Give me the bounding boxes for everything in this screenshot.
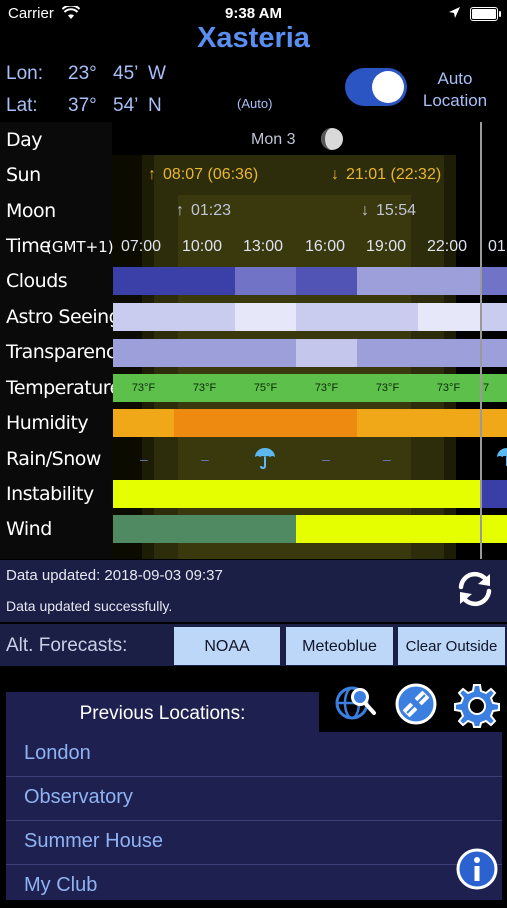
wind-cell[interactable] [113, 515, 296, 543]
time-label: 10:00 [182, 238, 223, 255]
humidity-cell[interactable] [357, 409, 507, 437]
wind-cell[interactable] [296, 515, 507, 543]
row-label-time: Time [6, 235, 51, 257]
globe-search-icon[interactable] [332, 681, 378, 732]
rain-none-marker: – [322, 451, 330, 467]
transparency-cell[interactable] [113, 339, 296, 367]
location-arrow-icon [448, 6, 461, 23]
astro-seeing-cell[interactable] [296, 303, 418, 331]
time-label: 07:00 [121, 238, 162, 255]
clouds-cell[interactable] [357, 267, 481, 295]
previous-location-label: Observatory [24, 786, 133, 808]
rain-none-marker: – [140, 451, 148, 467]
lon-minutes[interactable]: 45’ [113, 63, 138, 85]
time-label: 22:00 [427, 238, 468, 255]
lat-degrees[interactable]: 37° [68, 95, 97, 117]
time-zone-label: (GMT+1) [46, 238, 114, 256]
row-label-instability: Instability [6, 483, 94, 505]
astro-seeing-cell[interactable] [235, 303, 296, 331]
update-status-text: Data updated successfully. [6, 598, 173, 614]
umbrella-icon [495, 446, 507, 475]
time-label: 19:00 [366, 238, 407, 255]
moonrise-time: 01:23 [191, 202, 232, 219]
temperature-cell[interactable]: 73°F [296, 374, 357, 402]
row-label-wind: Wind [6, 518, 52, 540]
lon-degrees[interactable]: 23° [68, 63, 97, 85]
humidity-cell[interactable] [174, 409, 357, 437]
temperature-cell[interactable]: 75°F [235, 374, 296, 402]
meteoblue-button[interactable]: Meteoblue [286, 627, 393, 665]
rain-none-marker: – [201, 451, 209, 467]
clouds-cell[interactable] [113, 267, 235, 295]
astro-seeing-cell[interactable] [113, 303, 235, 331]
previous-location-item[interactable]: Summer House [6, 821, 502, 865]
temperature-cell[interactable]: 73°F [174, 374, 235, 402]
previous-location-label: London [24, 742, 91, 764]
time-label: 01 [488, 238, 506, 255]
transparency-cell[interactable] [357, 339, 507, 367]
humidity-cell[interactable] [113, 409, 174, 437]
row-label-clouds: Clouds [6, 270, 68, 292]
instability-cell[interactable] [481, 480, 507, 508]
lat-label: Lat: [6, 95, 38, 116]
sunrise-time: 08:07 (06:36) [163, 166, 259, 183]
previous-location-item[interactable]: Observatory [6, 777, 502, 821]
row-label-sun: Sun [6, 164, 41, 186]
battery-icon [470, 7, 501, 21]
moonset-arrow-icon: ↓ [361, 202, 369, 219]
app-title: Xasteria [197, 22, 310, 54]
day-value: Mon 3 [251, 131, 296, 148]
temperature-cell[interactable]: 73°F [113, 374, 174, 402]
row-label-rain-snow: Rain/Snow [6, 448, 101, 470]
temperature-cell[interactable]: 73°F [418, 374, 479, 402]
clouds-cell[interactable] [296, 267, 357, 295]
row-label-moon: Moon [6, 200, 56, 222]
gear-icon[interactable] [453, 681, 501, 734]
row-label-day: Day [6, 129, 43, 151]
temperature-cell[interactable]: 73°F [357, 374, 418, 402]
lon-label: Lon: [6, 63, 43, 84]
status-time: 9:38 AM [225, 5, 282, 22]
previous-location-label: My Club [24, 874, 98, 896]
auto-location-label: Auto Location [422, 69, 488, 110]
row-label-astro-seeing: Astro Seeing [6, 306, 121, 328]
time-label: 13:00 [243, 238, 284, 255]
auto-tag: (Auto) [237, 96, 273, 111]
astro-seeing-cell[interactable] [481, 303, 507, 331]
refresh-icon[interactable] [452, 566, 498, 617]
row-label-temperature: Temperature [6, 377, 121, 399]
row-label-transparency: Transparency [6, 341, 127, 363]
previous-location-label: Summer House [24, 830, 163, 852]
clear-outside-button[interactable]: Clear Outside [398, 627, 505, 665]
time-label: 16:00 [305, 238, 346, 255]
noaa-button[interactable]: NOAA [174, 627, 280, 665]
row-label-humidity: Humidity [6, 412, 89, 434]
moonrise-arrow-icon: ↑ [176, 202, 184, 219]
alt-forecasts-label: Alt. Forecasts: [6, 635, 128, 656]
previous-location-item[interactable]: My Club [6, 865, 502, 908]
satellite-icon[interactable] [393, 681, 439, 732]
umbrella-icon [253, 446, 277, 475]
previous-location-item[interactable]: London [6, 733, 502, 777]
previous-locations-header: Previous Locations: [79, 703, 246, 724]
astro-seeing-cell[interactable] [418, 303, 481, 331]
sunrise-arrow-icon: ↑ [148, 166, 156, 183]
instability-cell[interactable] [113, 480, 481, 508]
sunset-time: 21:01 (22:32) [346, 166, 442, 183]
transparency-cell[interactable] [296, 339, 357, 367]
clouds-cell[interactable] [235, 267, 296, 295]
sunset-arrow-icon: ↓ [331, 166, 339, 183]
lat-direction[interactable]: N [148, 95, 162, 117]
auto-location-toggle[interactable] [345, 68, 407, 106]
clouds-cell[interactable] [481, 267, 507, 295]
lat-minutes[interactable]: 54’ [113, 95, 138, 117]
moon-phase-icon [320, 127, 344, 156]
info-icon[interactable] [455, 847, 499, 896]
rain-none-marker: – [383, 451, 391, 467]
current-time-line [480, 122, 482, 559]
last-updated-text: Data updated: 2018-09-03 09:37 [6, 567, 223, 584]
temperature-cell[interactable]: 7 [479, 374, 507, 402]
lon-direction[interactable]: W [148, 63, 166, 85]
moonset-time: 15:54 [376, 202, 417, 219]
